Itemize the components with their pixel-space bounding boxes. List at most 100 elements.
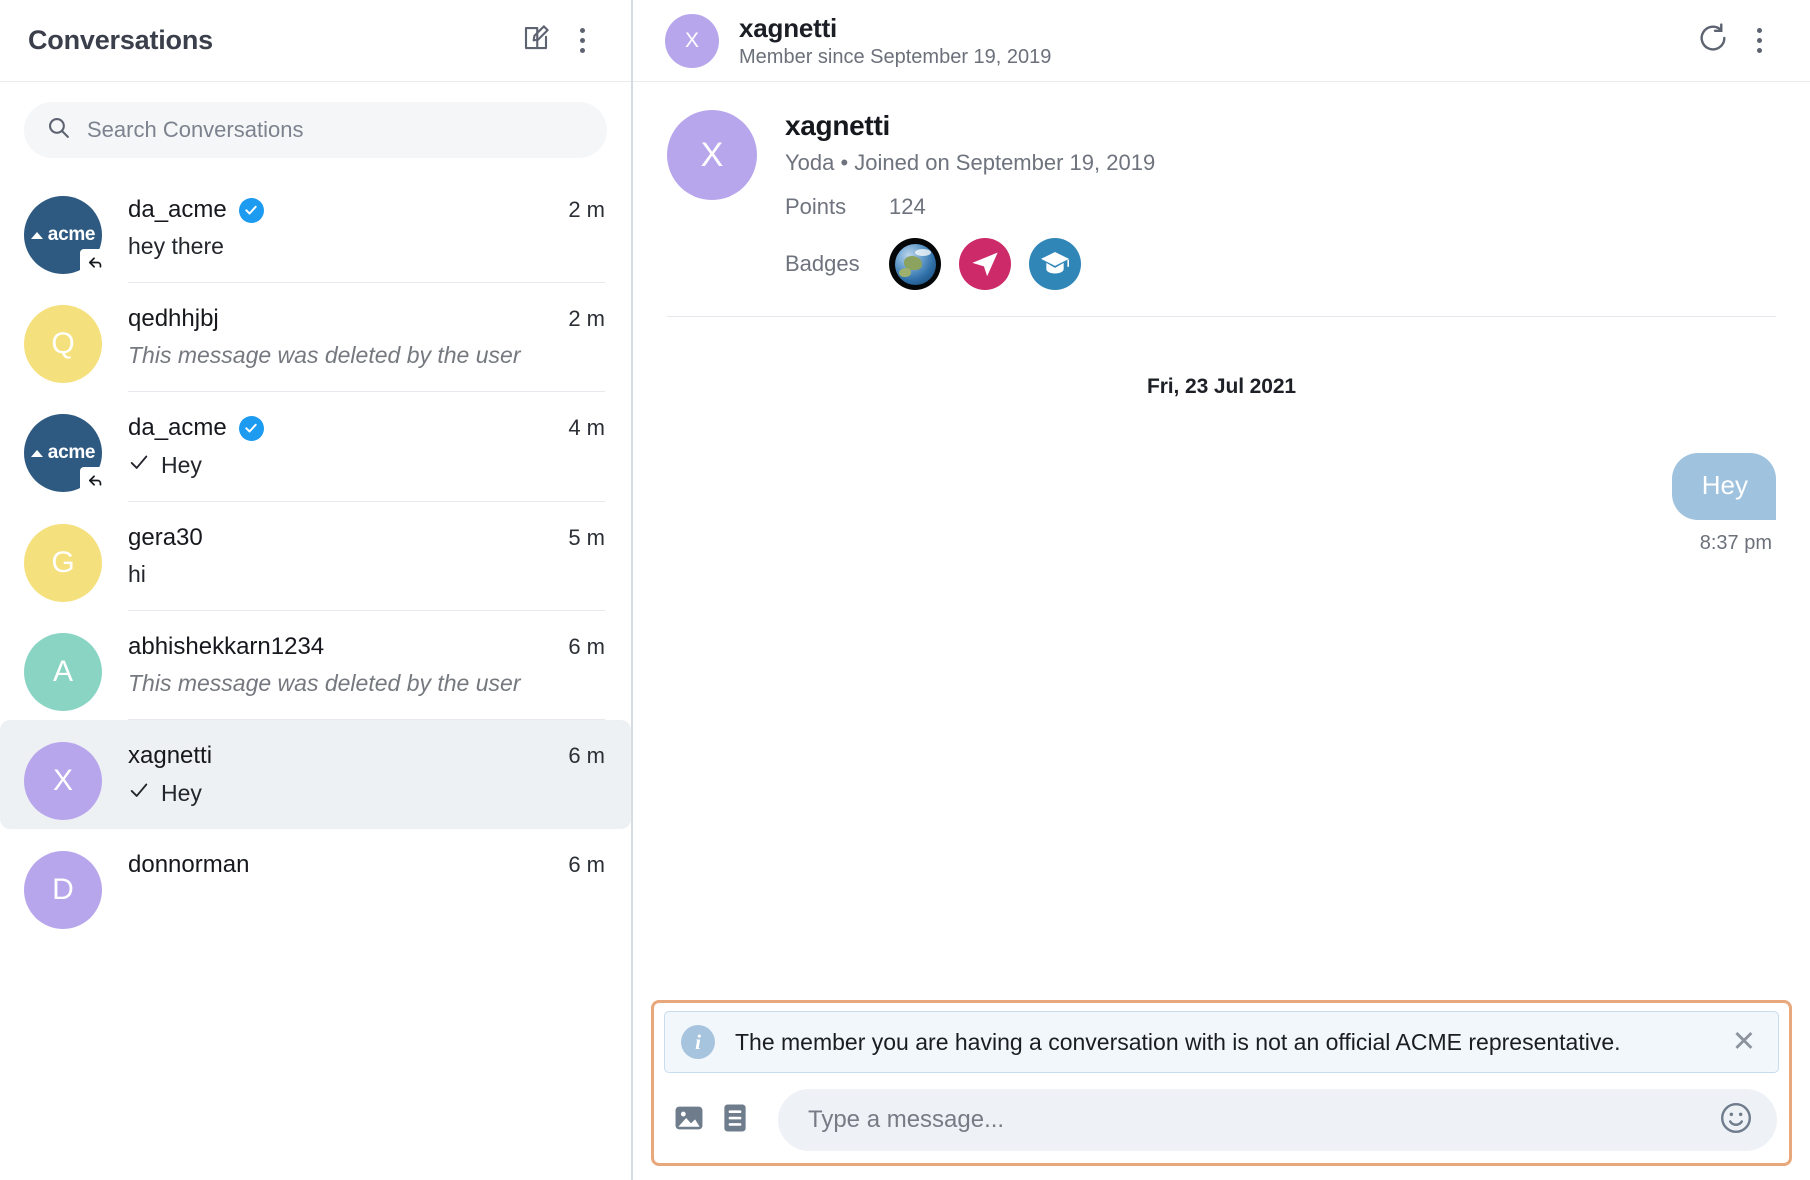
message-input[interactable] <box>808 1106 1715 1134</box>
composer-highlight-region: i The member you are having a conversati… <box>651 1000 1792 1166</box>
conversation-item-body: da_acme 2 m hey there <box>128 196 605 283</box>
avatar: G <box>24 524 102 602</box>
badges-label: Badges <box>785 251 860 276</box>
profile-username: xagnetti <box>785 110 890 141</box>
profile-top: X xagnetti Yoda • Joined on September 19… <box>667 110 1776 290</box>
conversation-timestamp: 4 m <box>568 415 605 440</box>
image-icon <box>672 1101 706 1140</box>
avatar: D <box>24 851 102 929</box>
profile-avatar: X <box>667 110 757 200</box>
conversation-list-item[interactable]: acme da_acme 2 m hey there <box>0 174 631 283</box>
conversation-list-item[interactable]: Ggera30 5 m hi <box>0 502 631 611</box>
canned-responses-button[interactable] <box>712 1097 758 1143</box>
avatar: X <box>665 13 719 68</box>
verified-badge-icon <box>238 197 264 223</box>
profile-info: xagnetti Yoda • Joined on September 19, … <box>785 110 1776 290</box>
conversation-timestamp: 2 m <box>568 197 605 222</box>
conversation-list-item[interactable]: acme da_acme 4 m Hey <box>0 392 631 502</box>
profile-badges-row: Badges <box>785 238 1776 290</box>
conversation-username: donnorman <box>128 851 250 878</box>
avatar: acme <box>24 414 110 494</box>
conversation-item-topline: gera30 5 m <box>128 524 605 552</box>
conversation-preview: This message was deleted by the user <box>128 670 521 696</box>
emoji-button[interactable] <box>1715 1099 1757 1141</box>
profile-points-row: Points 124 <box>785 194 1776 220</box>
date-separator: Fri, 23 Jul 2021 <box>1147 375 1296 398</box>
refresh-button[interactable] <box>1690 18 1736 64</box>
page-title: Conversations <box>28 25 213 55</box>
conversation-item-body: donnorman 6 m <box>128 851 605 901</box>
info-icon: i <box>681 1025 715 1059</box>
conversation-preview: hi <box>128 561 146 587</box>
badges-list <box>889 238 1081 290</box>
sent-check-icon <box>128 779 150 807</box>
search-input[interactable] <box>87 117 585 143</box>
header-username: xagnetti <box>739 12 838 43</box>
conversation-item-topline: da_acme 4 m <box>128 414 605 442</box>
avatar: A <box>24 633 102 711</box>
reply-indicator-icon <box>80 467 110 494</box>
compose-button[interactable] <box>513 18 559 64</box>
avatar: X <box>24 742 102 820</box>
conversation-preview: hey there <box>128 233 224 259</box>
avatar: Q <box>24 305 102 383</box>
conversation-timestamp: 6 m <box>568 852 605 877</box>
profile-meta: Yoda • Joined on September 19, 2019 <box>785 150 1156 175</box>
conversation-list-item[interactable]: Aabhishekkarn1234 6 m This message was del… <box>0 611 631 720</box>
conversation-timestamp: 6 m <box>568 743 605 768</box>
message-input-wrap[interactable] <box>778 1089 1777 1151</box>
header-user-info: xagnetti Member since September 19, 2019 <box>739 13 1690 69</box>
more-vertical-icon <box>579 28 585 53</box>
conversation-item-body: qedhhjbj 2 m This message was deleted by t… <box>128 305 605 392</box>
conversation-list-item[interactable]: Ddonnorman 6 m <box>0 829 631 929</box>
conversation-preview: Hey <box>128 779 605 807</box>
message-bubble[interactable]: Hey <box>1671 453 1776 520</box>
emoji-smiley-icon <box>1718 1100 1754 1141</box>
graduation-cap-badge-icon[interactable] <box>1029 238 1081 290</box>
avatar: acme <box>24 196 110 276</box>
conversation-timestamp: 6 m <box>568 634 605 659</box>
conversations-panel: Conversations Search Conversations acme … <box>0 0 633 1180</box>
message-thread: Fri, 23 Jul 2021 Hey 8:37 pm <box>633 317 1810 1000</box>
refresh-icon <box>1697 22 1729 59</box>
conversation-list[interactable]: acme da_acme 2 m hey there Qqedhhjbj 2 m This … <box>0 174 631 1180</box>
conversation-username: qedhhjbj <box>128 305 219 332</box>
conversation-item-topline: xagnetti 6 m <box>128 742 605 770</box>
header-member-since: Member since September 19, 2019 <box>739 45 1052 68</box>
conversation-item-topline: qedhhjbj 2 m <box>128 305 605 333</box>
conversation-item-topline: da_acme 2 m <box>128 196 605 224</box>
composer <box>664 1089 1779 1153</box>
member-profile-card: X xagnetti Yoda • Joined on September 19… <box>633 82 1810 317</box>
messages-container: Hey 8:37 pm <box>667 453 1776 555</box>
conversation-item-body: gera30 5 m hi <box>128 524 605 611</box>
conversation-username: gera30 <box>128 524 203 551</box>
conversation-username: da_acme <box>128 414 227 441</box>
conversation-username: xagnetti <box>128 742 213 769</box>
search-icon <box>46 115 71 145</box>
conversation-item-topline: donnorman 6 m <box>128 851 605 879</box>
conversation-item-body: da_acme 4 m Hey <box>128 414 605 502</box>
attach-image-button[interactable] <box>666 1097 712 1143</box>
notice-banner: i The member you are having a conversati… <box>664 1011 1779 1073</box>
message-timestamp: 8:37 pm <box>1699 532 1772 554</box>
close-icon[interactable]: ✕ <box>1728 1027 1760 1057</box>
acme-logo-icon: acme <box>30 442 96 464</box>
more-vertical-icon <box>1756 28 1762 53</box>
points-label: Points <box>785 194 847 219</box>
conversation-item-body: abhishekkarn1234 6 m This message was dele… <box>128 633 605 720</box>
search-section <box>0 82 631 174</box>
conversation-username: da_acme <box>128 196 227 223</box>
conversation-timestamp: 5 m <box>568 525 605 550</box>
conversations-menu-button[interactable] <box>559 18 605 64</box>
paper-plane-badge-icon[interactable] <box>959 238 1011 290</box>
search-box[interactable] <box>24 102 607 158</box>
messaging-app: Conversations Search Conversations acme … <box>0 0 1810 1180</box>
conversation-username: abhishekkarn1234 <box>128 633 325 660</box>
globe-badge-icon[interactable] <box>889 238 941 290</box>
conversation-list-item[interactable]: Qqedhhjbj 2 m This message was deleted by … <box>0 283 631 392</box>
verified-badge-icon <box>238 415 264 441</box>
conversation-menu-button[interactable] <box>1736 18 1782 64</box>
conversation-list-item[interactable]: Xxagnetti 6 m Hey <box>0 720 631 829</box>
conversation-item-body: xagnetti 6 m Hey <box>128 742 605 829</box>
acme-logo-icon: acme <box>30 224 96 246</box>
